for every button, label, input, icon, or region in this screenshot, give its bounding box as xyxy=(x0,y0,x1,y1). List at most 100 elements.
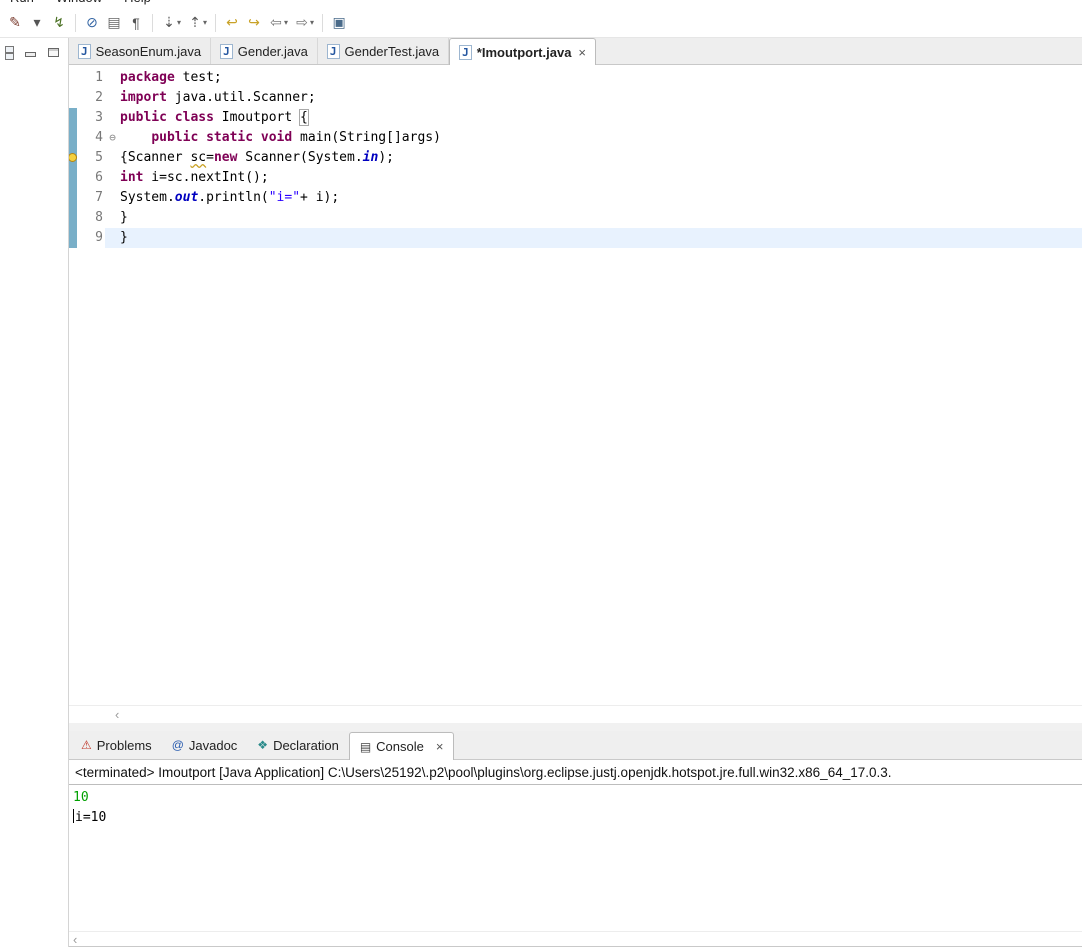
code-line: 4 ⊖ public static void main(String[]args… xyxy=(69,128,1082,148)
line-number[interactable]: 9 xyxy=(77,228,105,248)
tab-console[interactable]: ▤ Console × xyxy=(348,732,455,760)
tab-label: Javadoc xyxy=(188,737,238,753)
editor-tab-bar: J SeasonEnum.java J Gender.java J Gender… xyxy=(69,38,1082,65)
dropdown-arrow-icon[interactable]: ▾ xyxy=(284,18,288,27)
left-rail xyxy=(0,38,68,947)
code-token: i=sc.nextInt(); xyxy=(143,170,269,185)
text-caret xyxy=(73,809,74,823)
code-text[interactable]: public class Imoutport { xyxy=(120,108,1082,128)
code-text[interactable]: public static void main(String[]args) xyxy=(120,128,1082,148)
tab-label: SeasonEnum.java xyxy=(95,43,202,59)
code-token: } xyxy=(120,230,128,245)
dropdown-arrow-icon[interactable]: ▾ xyxy=(203,18,207,27)
fold-marker[interactable] xyxy=(105,228,120,248)
run-last-tool-icon[interactable]: ✎ xyxy=(4,14,26,31)
close-icon[interactable]: × xyxy=(578,45,586,60)
open-task-icon[interactable]: ▣ xyxy=(328,14,350,31)
console-output[interactable]: 10 i=10 xyxy=(69,785,1082,931)
fold-marker[interactable]: ⊖ xyxy=(105,128,120,148)
code-token: Imoutport xyxy=(213,110,301,125)
next-edit-location-icon[interactable]: ↪ xyxy=(243,14,265,31)
change-marker xyxy=(69,188,77,208)
change-marker xyxy=(69,148,77,168)
code-text[interactable]: } xyxy=(120,208,1082,228)
code-token: Scanner(System. xyxy=(237,150,363,165)
tab-javadoc[interactable]: @ Javadoc xyxy=(162,731,248,759)
editor-hscrollbar[interactable]: ‹ xyxy=(69,705,1082,723)
editor-tab[interactable]: J *Imoutport.java × xyxy=(449,38,597,65)
code-line: 6 int i=sc.nextInt(); xyxy=(69,168,1082,188)
bottom-tab-bar: ⚠ Problems @ Javadoc ❖ Declaration ▤ Con… xyxy=(69,731,1082,760)
skip-breakpoints-icon[interactable]: ⊘ xyxy=(81,14,103,31)
code-text[interactable]: {Scanner sc=new Scanner(System.in); xyxy=(120,148,1082,168)
change-marker xyxy=(69,168,77,188)
line-number[interactable]: 6 xyxy=(77,168,105,188)
code-token: in xyxy=(362,150,379,165)
line-number[interactable]: 1 xyxy=(77,68,105,88)
fold-marker[interactable] xyxy=(105,208,120,228)
minimized-views-icon[interactable] xyxy=(4,46,14,60)
line-number[interactable]: 4 xyxy=(77,128,105,148)
code-line: 8 } xyxy=(69,208,1082,228)
line-number[interactable]: 8 xyxy=(77,208,105,228)
change-marker xyxy=(69,228,77,248)
fold-marker[interactable] xyxy=(105,88,120,108)
view-icon: ❖ xyxy=(257,738,269,752)
code-token: {Scanner xyxy=(120,150,191,165)
external-tools-icon[interactable]: ↯ xyxy=(48,14,70,31)
fold-marker[interactable] xyxy=(105,188,120,208)
view-icon: @ xyxy=(171,738,184,752)
view-icon: ⚠ xyxy=(81,738,92,752)
code-token: = xyxy=(206,150,214,165)
show-source-icon[interactable]: ▤ xyxy=(103,14,125,31)
minimize-view-icon[interactable] xyxy=(25,48,36,58)
code-text[interactable]: System.out.println("i="+ i); xyxy=(120,188,1082,208)
fold-marker[interactable] xyxy=(105,108,120,128)
code-token: import xyxy=(120,90,167,105)
fold-marker[interactable] xyxy=(105,168,120,188)
code-token: test; xyxy=(174,70,222,85)
tab-declaration[interactable]: ❖ Declaration xyxy=(247,731,349,759)
run-dropdown-icon[interactable]: ▾ xyxy=(26,14,48,31)
show-whitespace-icon[interactable]: ¶ xyxy=(125,15,147,31)
editor-tab[interactable]: J SeasonEnum.java xyxy=(69,38,212,64)
editor-tab[interactable]: J GenderTest.java xyxy=(317,38,450,64)
code-text[interactable]: package test; xyxy=(120,68,1082,88)
code-token: int xyxy=(120,170,144,185)
code-text[interactable]: int i=sc.nextInt(); xyxy=(120,168,1082,188)
change-marker xyxy=(69,128,77,148)
code-token: void xyxy=(260,130,293,145)
menu-help[interactable]: Help xyxy=(124,0,151,5)
code-text[interactable]: } xyxy=(120,228,1082,248)
maximize-view-icon[interactable] xyxy=(48,48,59,57)
fold-marker[interactable] xyxy=(105,68,120,88)
line-number[interactable]: 7 xyxy=(77,188,105,208)
scroll-left-icon[interactable]: ‹ xyxy=(73,932,77,947)
dropdown-arrow-icon[interactable]: ▾ xyxy=(310,18,314,27)
line-number[interactable]: 2 xyxy=(77,88,105,108)
editor-tab[interactable]: J Gender.java xyxy=(211,38,318,64)
splitter-sash[interactable] xyxy=(69,723,1082,731)
menu-run[interactable]: Run xyxy=(10,0,34,5)
fold-marker[interactable] xyxy=(105,148,120,168)
dropdown-arrow-icon[interactable]: ▾ xyxy=(177,18,181,27)
toolbar-separator xyxy=(322,13,324,32)
warning-icon[interactable] xyxy=(69,153,77,162)
code-text[interactable]: import java.util.Scanner; xyxy=(120,88,1082,108)
code-line: 2 import java.util.Scanner; xyxy=(69,88,1082,108)
last-edit-location-icon[interactable]: ↩ xyxy=(221,14,243,31)
menu-window[interactable]: Window xyxy=(56,0,102,5)
code-token: .println( xyxy=(198,190,269,205)
scroll-left-icon[interactable]: ‹ xyxy=(115,707,119,722)
line-number[interactable]: 3 xyxy=(77,108,105,128)
java-file-icon: J xyxy=(459,44,472,60)
line-number[interactable]: 5 xyxy=(77,148,105,168)
code-token: public xyxy=(120,110,167,125)
toolbar-separator xyxy=(152,13,153,32)
close-icon[interactable]: × xyxy=(436,739,444,754)
code-editor[interactable]: 1 package test; 2 import java.util.Scann… xyxy=(69,65,1082,705)
tab-problems[interactable]: ⚠ Problems xyxy=(71,731,162,759)
toolbar-separator xyxy=(75,13,76,32)
console-hscrollbar[interactable]: ‹ xyxy=(69,931,1082,947)
